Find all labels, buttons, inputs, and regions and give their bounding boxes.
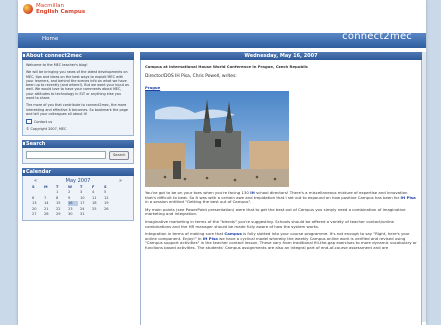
scrollbar[interactable] [422, 52, 426, 322]
calendar-day-header: T [80, 184, 83, 189]
prague-photo[interactable] [145, 91, 289, 187]
calendar-day[interactable]: 23 [68, 207, 78, 212]
calendar-day-header: M [44, 184, 48, 189]
sidebar: About connect2mec Welcome to the MEC tea… [22, 52, 134, 222]
calendar-day[interactable]: 17 [80, 201, 90, 206]
calendar-day[interactable]: 14 [44, 201, 54, 206]
calendar-day[interactable]: 15 [56, 201, 66, 206]
calendar-day[interactable]: 6 [32, 196, 42, 201]
calendar-day[interactable]: 22 [56, 207, 66, 212]
calendar-prev-link[interactable]: « [34, 178, 37, 183]
post-paragraph: Integration in terms of making sure that… [145, 231, 417, 250]
ih-pisa-link[interactable]: IH Pisa [401, 195, 416, 200]
calendar-day[interactable]: 18 [92, 201, 102, 206]
nav-home-link[interactable]: Home [42, 36, 58, 42]
calendar-day[interactable]: 16 [68, 201, 78, 207]
calendar-day[interactable]: 28 [44, 212, 54, 217]
search-button[interactable]: Search [109, 150, 130, 160]
calendar-day[interactable]: 24 [80, 207, 90, 212]
post-author: Director/DOS IH Pisa, Chris Powell, writ… [145, 74, 237, 79]
calendar-box-title: Calendar [22, 167, 134, 176]
calendar-day[interactable]: 21 [44, 207, 54, 212]
search-input[interactable] [26, 151, 106, 160]
photo-caption-link[interactable]: Prague [145, 85, 417, 90]
post-title[interactable]: Campus at International House World Conf… [145, 64, 417, 69]
page: Macmillan English Campus Home connect2me… [18, 0, 426, 325]
calendar-day[interactable]: 9 [68, 196, 78, 201]
calendar-grid: S M T W T F S 1 2 3 4 5 6 7 8 9 10 11 12 13 14 15 16 17 18 19 20 21… [32, 185, 130, 218]
calendar-day [32, 190, 42, 195]
calendar-day-header: W [68, 184, 72, 189]
calendar-day[interactable]: 4 [92, 190, 102, 195]
site-title: connect2mec [342, 31, 412, 42]
calendar-day[interactable]: 13 [32, 201, 42, 206]
calendar-day[interactable]: 2 [68, 190, 78, 195]
calendar-day[interactable]: 20 [32, 207, 42, 212]
contact-link[interactable]: Contact us [26, 119, 130, 125]
calendar-day-header: F [92, 184, 95, 189]
calendar-day[interactable]: 3 [80, 190, 90, 195]
contact-label: Contact us [34, 119, 53, 124]
calendar-day[interactable]: 26 [104, 207, 114, 212]
calendar-day[interactable]: 11 [92, 196, 102, 201]
calendar-day [44, 190, 54, 195]
calendar-day[interactable]: 25 [92, 207, 102, 212]
macmillan-logo-icon[interactable] [23, 4, 33, 14]
copyright: © Copyright 2007, MEC [26, 127, 67, 132]
about-paragraph: The more of you that contribute to conne… [26, 103, 128, 116]
logo-bar: Macmillan English Campus [18, 0, 426, 33]
calendar-day[interactable]: 10 [80, 196, 90, 201]
about-box-title: About connect2mec [22, 52, 134, 60]
calendar-day-header: T [56, 184, 59, 189]
post-paragraph: Imaginative marketing in terms of the "b… [145, 218, 394, 229]
calendar-day[interactable]: 7 [44, 196, 54, 201]
logo-text[interactable]: Macmillan English Campus [36, 3, 85, 15]
about-box: Welcome to the MEC teacher's blog! We wi… [22, 60, 134, 136]
blog-post: Campus at International House World Conf… [140, 60, 422, 325]
calendar-day-header: S [32, 184, 35, 189]
main-content: Wednesday, May 16, 2007 Campus at Intern… [140, 52, 422, 325]
post-paragraph: My main points (see PowerPoint presentat… [145, 206, 406, 217]
about-paragraph: Welcome to the MEC teacher's blog! [26, 63, 88, 67]
calendar-day[interactable]: 30 [68, 212, 78, 217]
mail-icon [26, 119, 32, 125]
calendar-day[interactable]: 1 [56, 190, 66, 195]
text-run: in a session entitled "Getting the best … [145, 199, 252, 205]
calendar-day[interactable]: 8 [56, 196, 66, 201]
calendar-day[interactable]: 5 [104, 190, 114, 195]
calendar-day[interactable]: 29 [56, 212, 66, 217]
calendar-month: May 2007 [65, 177, 91, 184]
post-paragraph: You've got to be on your toes when you'r… [145, 190, 417, 205]
search-box: Search [22, 147, 134, 164]
calendar-next-link[interactable]: » [119, 178, 122, 183]
calendar-day[interactable]: 19 [104, 201, 114, 206]
calendar-day[interactable]: 31 [80, 212, 90, 217]
search-box-title: Search [22, 139, 134, 148]
calendar-day [92, 212, 102, 217]
calendar-day[interactable]: 27 [32, 212, 42, 217]
calendar-day [104, 212, 114, 217]
post-date: Wednesday, May 16, 2007 [140, 52, 422, 60]
logo-line2: English Campus [36, 9, 86, 15]
calendar-day-header: S [104, 184, 107, 189]
about-paragraph: We will be bringing you news of the late… [26, 70, 129, 101]
calendar-day[interactable]: 12 [104, 196, 114, 201]
calendar-box: « May 2007 » S M T W T F S 1 2 3 4 5 6 7 8 9 10 11 12 13 14 1… [22, 175, 134, 222]
